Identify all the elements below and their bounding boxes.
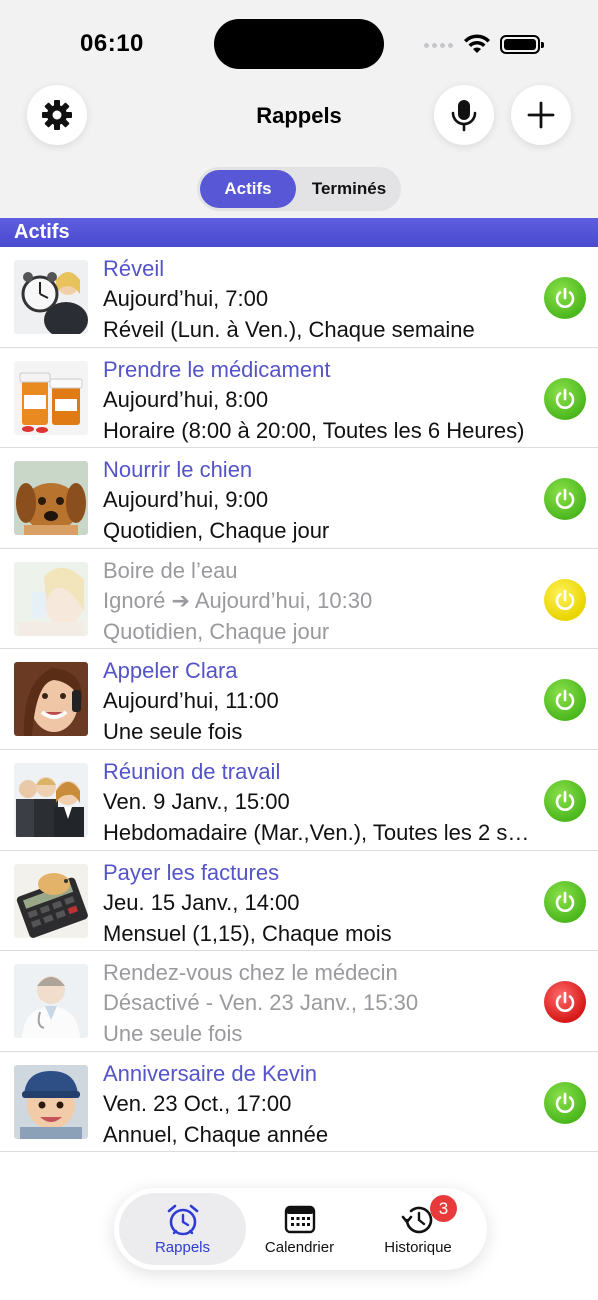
calendar-icon: [284, 1205, 315, 1234]
reminder-title: Prendre le médicament: [103, 356, 331, 382]
reminder-repeat: Une seule fois: [103, 719, 243, 745]
reminder-time: Ven. 23 Oct., 17:00: [103, 1090, 292, 1116]
section-header-actifs: Actifs: [0, 218, 598, 247]
calculator-piggy-bank-photo: [14, 863, 88, 938]
reminder-title: Rendez-vous chez le médecin: [103, 960, 398, 986]
tab-label: Calendrier: [264, 1239, 335, 1256]
reminder-row[interactable]: Nourrir le chien Aujourd’hui, 9:00 Quoti…: [0, 448, 598, 549]
tab-bar: Rappels Calendrier Historique: [114, 1188, 487, 1270]
plus-icon: [527, 101, 555, 129]
power-toggle-button[interactable]: [544, 478, 586, 521]
voice-input-button[interactable]: [434, 85, 494, 145]
power-icon: [555, 790, 575, 811]
reminder-repeat: Réveil (Lun. à Ven.), Chaque semaine: [103, 317, 475, 342]
tab-rappels[interactable]: Rappels: [119, 1193, 246, 1265]
status-bar: 06:10: [0, 0, 598, 88]
reminder-time: Aujourd’hui, 8:00: [103, 386, 269, 412]
reminder-repeat: Une seule fois: [103, 1021, 243, 1047]
doctor-photo: [14, 964, 88, 1039]
reminder-row[interactable]: Payer les factures Jeu. 15 Janv., 14:00 …: [0, 850, 598, 952]
add-reminder-button[interactable]: [511, 85, 571, 145]
power-icon: [555, 287, 575, 308]
reminder-title: Appeler Clara: [103, 658, 238, 684]
power-toggle-button[interactable]: [544, 377, 586, 420]
tab-label: Historique: [384, 1239, 452, 1256]
microphone-icon: [451, 100, 477, 132]
alarm-clock-photo: [14, 260, 88, 334]
tab-historique[interactable]: Historique: [354, 1193, 482, 1265]
reminder-title: Réunion de travail: [103, 758, 281, 784]
reminder-repeat: Hebdomadaire (Mar.,Ven.), Toutes les 2 s…: [103, 819, 532, 845]
battery-icon: [500, 35, 544, 54]
reminder-repeat: Quotidien, Chaque jour: [103, 518, 330, 544]
alarm-clock-icon: [167, 1204, 198, 1236]
status-time: 06:10: [80, 30, 144, 57]
power-toggle-button[interactable]: [544, 679, 586, 722]
woman-phone-photo: [14, 662, 88, 737]
reminder-repeat: Horaire (8:00 à 20:00, Toutes les 6 Heur…: [103, 417, 525, 443]
reminder-time: Jeu. 15 Janv., 14:00: [103, 889, 300, 915]
reminder-title: Réveil: [103, 256, 165, 281]
dynamic-island: [214, 19, 384, 69]
power-icon: [555, 991, 575, 1013]
reminder-time: Aujourd’hui, 7:00: [103, 286, 269, 311]
power-toggle-button[interactable]: [544, 277, 586, 319]
reminder-time: Aujourd’hui, 9:00: [103, 487, 269, 513]
power-icon: [555, 488, 575, 510]
power-icon: [555, 891, 575, 912]
power-toggle-button[interactable]: [544, 779, 586, 822]
reminder-row[interactable]: Réunion de travail Ven. 9 Janv., 15:00 H…: [0, 749, 598, 851]
filter-segmented-control: Actifs Terminés: [197, 167, 401, 211]
reminder-title: Boire de l’eau: [103, 557, 238, 583]
tab-label: Rappels: [154, 1239, 211, 1256]
reminder-title: Payer les factures: [103, 859, 280, 885]
tab-calendrier[interactable]: Calendrier: [248, 1193, 351, 1265]
power-toggle-button[interactable]: [544, 880, 586, 923]
wifi-icon: [464, 34, 490, 53]
reminder-repeat: Quotidien, Chaque jour: [103, 618, 330, 644]
reminder-row[interactable]: Appeler Clara Aujourd’hui, 11:00 Une seu…: [0, 649, 598, 750]
reminder-row[interactable]: Anniversaire de Kevin Ven. 23 Oct., 17:0…: [0, 1051, 598, 1153]
reminder-row[interactable]: Rendez-vous chez le médecin Désactivé - …: [0, 951, 598, 1052]
reminder-repeat: Annuel, Chaque année: [103, 1121, 329, 1147]
reminder-row[interactable]: Prendre le médicament Aujourd’hui, 8:00 …: [0, 347, 598, 449]
power-icon: [555, 1092, 575, 1113]
reminder-title: Anniversaire de Kevin: [103, 1060, 318, 1086]
segment-actifs[interactable]: Actifs: [200, 170, 296, 208]
power-toggle-button[interactable]: [544, 578, 586, 621]
reminder-row[interactable]: Boire de l’eau Ignoré ➔ Aujourd’hui, 10:…: [0, 548, 598, 650]
reminder-list: Réveil Aujourd’hui, 7:00 Réveil (Lun. à …: [0, 247, 598, 1153]
medicine-bottles-photo: [14, 360, 88, 435]
segment-termines[interactable]: Terminés: [299, 170, 399, 208]
power-icon: [555, 589, 575, 610]
power-toggle-button[interactable]: [544, 981, 586, 1024]
power-toggle-button[interactable]: [544, 1081, 586, 1124]
power-icon: [555, 388, 575, 409]
reminder-time: Ven. 9 Janv., 15:00: [103, 788, 290, 814]
reminder-time: Désactivé - Ven. 23 Janv., 15:30: [103, 990, 419, 1016]
reminder-title: Nourrir le chien: [103, 457, 253, 483]
business-meeting-photo: [14, 762, 88, 837]
dog-photo: [14, 461, 88, 536]
reminder-row[interactable]: Réveil Aujourd’hui, 7:00 Réveil (Lun. à …: [0, 247, 598, 348]
reminder-time: Ignoré ➔ Aujourd’hui, 10:30: [103, 587, 373, 613]
page-title: Rappels: [256, 103, 342, 128]
reminder-repeat: Mensuel (1,15), Chaque mois: [103, 920, 392, 946]
history-count-badge: 3: [430, 1195, 457, 1222]
baby-photo: [14, 1064, 88, 1139]
header: Rappels Actifs Terminés: [0, 85, 598, 218]
power-icon: [555, 690, 575, 711]
drinking-water-photo: [14, 561, 88, 636]
cellular-signal-icon: [424, 43, 453, 48]
reminder-time: Aujourd’hui, 11:00: [103, 688, 279, 714]
